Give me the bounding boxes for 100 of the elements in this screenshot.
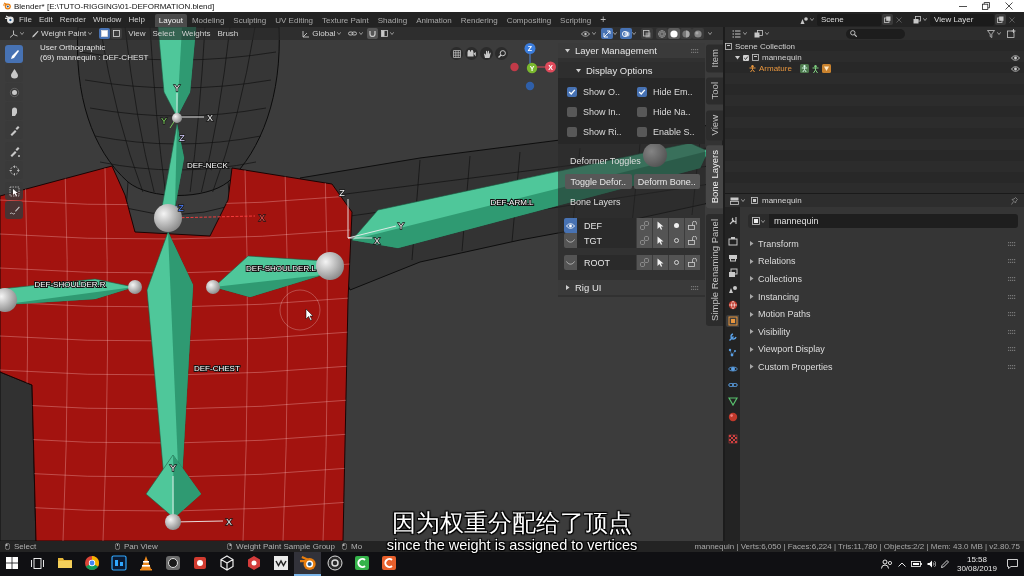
select-button[interactable] [652,218,668,233]
lock-button[interactable] [684,218,700,233]
notification-icon[interactable] [1007,559,1018,569]
menu-item[interactable]: View [128,29,146,38]
panel-header[interactable]: Transform [748,235,1018,253]
object-name-field[interactable]: mannequin [769,214,1018,228]
properties-tab[interactable] [726,235,739,247]
lock-button[interactable] [684,255,700,270]
zoom-view-button[interactable] [495,47,508,60]
pen-icon[interactable] [940,560,949,568]
chevron-up-icon[interactable] [897,561,906,567]
pivot-button[interactable] [346,28,366,39]
new-view-layer-button[interactable] [995,14,1006,25]
menu-item[interactable]: Weights [181,29,211,38]
panel-header[interactable]: Relations [748,252,1018,271]
panel-header[interactable]: Instancing [748,287,1018,306]
menu-item[interactable]: Render [59,15,86,24]
proportional-button[interactable] [379,28,397,39]
workspace-tab[interactable]: Modeling [187,14,229,27]
shading-mode-button[interactable] [692,28,704,39]
visibility-toggle[interactable] [564,255,577,270]
scene-browse-button[interactable] [798,14,816,25]
toggle-button[interactable]: Deform Bone.. [633,174,700,189]
editor-type-button[interactable] [7,28,26,39]
panel-header[interactable]: Collections [748,270,1018,288]
properties-tab[interactable] [726,411,739,423]
menu-item[interactable]: Help [128,15,145,24]
shading-mode-button[interactable] [680,28,692,39]
workspace-tab[interactable]: Shading [373,14,412,27]
lock-button[interactable] [684,233,700,248]
checkbox[interactable]: Hide Na.. [637,107,707,117]
search-field[interactable] [846,28,905,39]
workspace-tab[interactable]: Animation [412,14,456,27]
camera-view-button[interactable] [465,47,478,60]
select-button[interactable] [652,255,668,270]
restore-icon[interactable] [982,2,990,10]
sidebar-tab[interactable]: Tool [706,77,723,105]
battery-icon[interactable] [910,561,922,567]
panel-header[interactable]: Motion Paths [748,305,1018,323]
new-collection-button[interactable] [1005,28,1018,39]
select-button[interactable] [652,233,668,248]
speaker-icon[interactable] [926,560,936,568]
grid-view-button[interactable] [450,47,463,60]
sidebar-tab[interactable]: Bone Layers [706,145,723,209]
pan-view-button[interactable] [480,47,493,60]
active-layer-button[interactable] [668,233,684,248]
sidebar-tab[interactable]: Simple Renaming Panel [706,213,723,326]
editor-type-button[interactable] [728,195,747,206]
panel-header[interactable]: Layer Management [558,43,705,58]
visibility-toggle[interactable] [564,233,577,248]
properties-tab[interactable] [726,395,739,407]
checkbox[interactable]: Show Ri.. [567,127,637,137]
checkbox[interactable]: Show In.. [567,107,637,117]
visibility-toggle[interactable] [564,218,577,233]
tree-item-label[interactable]: Armature [759,64,792,73]
add-workspace-button[interactable]: + [596,14,611,25]
tree-item-label[interactable]: mannequin [762,53,802,62]
layer-name-field[interactable]: DEF [577,218,636,233]
workspace-tab[interactable]: Scripting [556,14,596,27]
mask-toggle[interactable] [99,28,111,39]
snap-button[interactable] [367,28,379,39]
view-layer-browse-button[interactable] [911,14,929,25]
app-logo-icon[interactable] [5,15,14,24]
checkbox-icon[interactable] [743,54,749,61]
menu-item[interactable]: Select [152,29,175,38]
taskbar-app[interactable] [294,552,321,576]
toggle-button[interactable]: Toggle Defor.. [565,174,632,189]
tool-button[interactable] [5,45,23,63]
workspace-tab[interactable]: Compositing [502,14,556,27]
orientation-dropdown[interactable]: Global [300,28,344,39]
menu-item[interactable]: Edit [38,15,53,24]
menu-item[interactable]: Window [92,15,122,24]
close-icon[interactable] [1005,2,1013,10]
overlay-toggle[interactable] [641,28,653,39]
sidebar-tab[interactable]: Item [706,44,723,73]
overlay-toggle[interactable] [601,28,613,39]
object-browse-button[interactable] [748,214,769,228]
checkbox[interactable]: Enable S.. [637,127,707,137]
new-scene-button[interactable] [882,14,893,25]
tree-item-label[interactable]: Scene Collection [735,42,796,51]
properties-tab[interactable] [726,299,739,311]
workspace-tab[interactable]: Sculpting [229,14,271,27]
layer-name-field[interactable]: TGT [577,233,636,248]
active-layer-button[interactable] [668,218,684,233]
workspace-tab[interactable]: Rendering [456,14,502,27]
active-layer-button[interactable] [668,255,684,270]
sidebar-tab[interactable]: View [706,109,723,141]
menu-item[interactable]: Brush [217,29,239,38]
checkbox[interactable]: Show O.. [567,87,637,97]
properties-tab[interactable] [726,267,739,279]
workspace-tab[interactable]: Texture Paint [318,14,373,27]
mode-dropdown[interactable]: Weight Paint [29,28,95,39]
checkbox[interactable]: Hide Em.. [637,87,707,97]
properties-tab[interactable] [726,315,739,327]
filter-button[interactable] [985,28,1003,39]
panel-header[interactable]: Rig UI [558,280,705,295]
panel-header[interactable]: Visibility [748,322,1018,341]
overlay-toggle[interactable] [620,28,632,39]
people-icon[interactable] [880,559,893,569]
properties-tab[interactable] [726,363,739,375]
